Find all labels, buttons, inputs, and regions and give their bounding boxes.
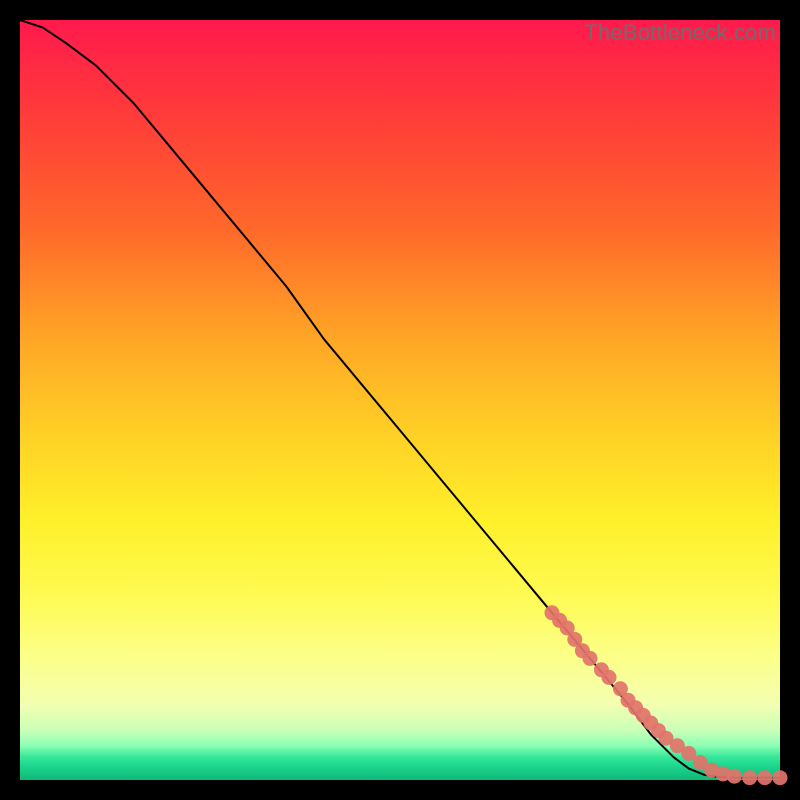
plot-container: TheBottleneck.com [20, 20, 780, 780]
chart-svg [20, 20, 780, 780]
marker-layer [545, 605, 788, 785]
bottleneck-curve [20, 20, 780, 778]
curve-marker [602, 670, 617, 685]
curve-layer [20, 20, 780, 778]
curve-marker [757, 770, 772, 785]
curve-marker [583, 651, 598, 666]
curve-marker [742, 770, 757, 785]
curve-marker [727, 769, 742, 784]
chart-frame: TheBottleneck.com [0, 0, 800, 800]
curve-marker [773, 770, 788, 785]
